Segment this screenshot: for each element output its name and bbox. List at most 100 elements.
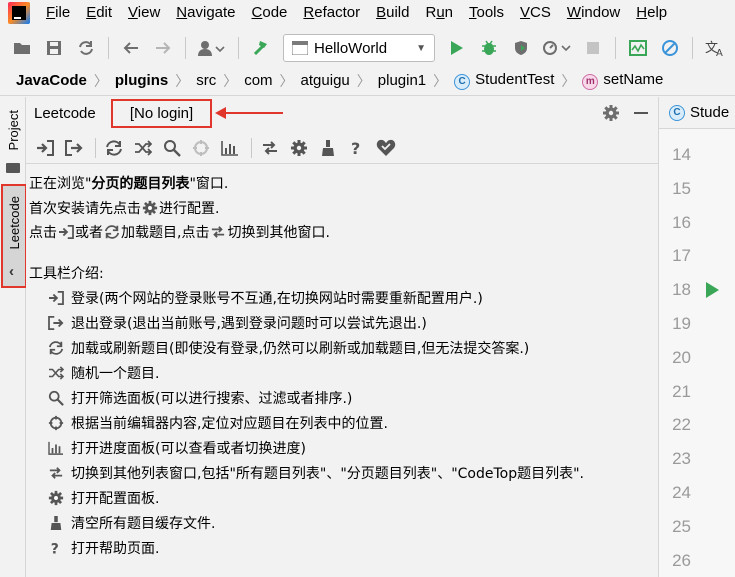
debug-icon[interactable] <box>476 35 502 61</box>
intro-item-text: 加载或刷新题目(即使没有登录,仍然可以刷新或加载题目,但无法提交答案.) <box>71 341 530 357</box>
intro-item-text: 打开配置面板. <box>71 491 160 507</box>
login-status-tab[interactable]: [No login] <box>111 99 212 128</box>
line-number: 19 <box>672 314 691 333</box>
leetcode-toolbar: ? <box>26 132 658 164</box>
menu-help[interactable]: Help <box>628 0 675 26</box>
coverage-icon[interactable] <box>508 35 534 61</box>
logout-icon[interactable] <box>61 135 87 161</box>
leetcode-tool-label: Leetcode <box>6 196 22 250</box>
build-hammer-icon[interactable] <box>248 35 274 61</box>
translate-icon[interactable]: 文A <box>702 35 728 61</box>
class-icon: C <box>669 104 685 121</box>
forward-arrow-icon[interactable] <box>150 35 176 61</box>
intro-item: 登录(两个网站的登录账号不互通,在切换网站时需要重新配置用户.) <box>47 287 483 309</box>
shuffle-icon[interactable] <box>130 135 156 161</box>
switch-icon <box>209 223 227 241</box>
menu-vcs[interactable]: VCS <box>512 0 559 26</box>
shuffle-icon <box>47 364 65 382</box>
status-list-name: 分页的题目列表 <box>91 176 190 192</box>
editor-tab-studenttest[interactable]: C Stude <box>659 97 735 129</box>
clear-icon <box>47 514 65 532</box>
breadcrumb-method[interactable]: m setName <box>578 71 667 90</box>
leetcode-logo-icon: ‹ <box>9 263 14 280</box>
intro-item: 退出登录(退出当前账号,遇到登录问题时可以尝试先退出.) <box>47 312 427 334</box>
intro-item-text: 登录(两个网站的登录账号不互通,在切换网站时需要重新配置用户.) <box>71 291 483 307</box>
menu-run[interactable]: Run <box>417 0 461 26</box>
progress-icon <box>47 439 65 457</box>
main-toolbar: HelloWorld ▼ 文A <box>0 30 735 66</box>
menu-file[interactable]: File <box>38 0 78 26</box>
menu-code[interactable]: Code <box>244 0 296 26</box>
run-configuration-dropdown[interactable]: HelloWorld ▼ <box>283 34 435 62</box>
method-icon: m <box>582 73 599 90</box>
breadcrumb-class-label: StudentTest <box>475 71 555 89</box>
breadcrumb-separator: 〉 <box>356 72 371 89</box>
intro-item: 加载或刷新题目(即使没有登录,仍然可以刷新或加载题目,但无法提交答案.) <box>47 337 529 359</box>
refresh-icon[interactable] <box>101 135 127 161</box>
breadcrumb-package-atguigu[interactable]: atguigu <box>297 72 354 89</box>
intro-item-text: 打开帮助页面. <box>71 541 160 557</box>
gear-icon <box>47 489 65 507</box>
breadcrumb-separator: 〉 <box>433 72 448 89</box>
line-number: 15 <box>672 178 691 198</box>
breadcrumb-module[interactable]: plugins <box>111 72 172 89</box>
intro-item-text: 退出登录(退出当前账号,遇到登录问题时可以尝试先退出.) <box>71 316 427 332</box>
activity-monitor-icon[interactable] <box>625 35 651 61</box>
breadcrumb-project[interactable]: JavaCode <box>12 72 91 89</box>
save-all-icon[interactable] <box>41 35 67 61</box>
breadcrumb-package-com[interactable]: com <box>240 72 276 89</box>
switch-icon[interactable] <box>257 135 283 161</box>
run-gutter-icon[interactable] <box>706 282 719 298</box>
panel-settings-gear-icon[interactable] <box>602 104 620 126</box>
locate-icon[interactable] <box>188 135 214 161</box>
gear-icon <box>141 199 159 217</box>
minimize-panel-icon[interactable] <box>634 112 648 114</box>
load-hint-part-b: 或者 <box>75 225 103 241</box>
menu-window[interactable]: Window <box>559 0 628 26</box>
menu-edit[interactable]: Edit <box>78 0 120 26</box>
leetcode-panel: Leetcode [No login] ? 正在浏览" 分页的题目列表 "窗口.… <box>26 97 658 577</box>
menu-build[interactable]: Build <box>368 0 417 26</box>
run-icon[interactable] <box>444 35 470 61</box>
gear-icon[interactable] <box>286 135 312 161</box>
user-icon[interactable] <box>195 35 229 61</box>
breadcrumb-separator: 〉 <box>561 72 576 89</box>
profile-icon[interactable] <box>540 35 574 61</box>
intro-item: 随机一个题目. <box>47 362 159 384</box>
back-arrow-icon[interactable] <box>118 35 144 61</box>
menu-refactor[interactable]: Refactor <box>295 0 368 26</box>
help-icon[interactable]: ? <box>344 135 370 161</box>
progress-icon[interactable] <box>217 135 243 161</box>
line-number: 21 <box>672 381 691 401</box>
breadcrumb-method-label: setName <box>603 71 664 89</box>
leetcode-tool-tab[interactable]: Leetcode ‹ <box>1 184 27 288</box>
help-icon: ? <box>47 539 65 557</box>
toolbar-separator <box>251 137 252 158</box>
toolbar-separator <box>238 37 239 59</box>
no-entry-icon[interactable] <box>657 35 683 61</box>
menu-navigate[interactable]: Navigate <box>168 0 243 26</box>
intro-item: 打开配置面板. <box>47 487 159 509</box>
stop-icon[interactable] <box>580 35 606 61</box>
search-icon[interactable] <box>159 135 185 161</box>
editor-area: C Stude 14 15 16 17 18 19 20 21 22 23 24 25 26 <box>658 97 735 577</box>
annotation-arrow-head <box>215 107 226 119</box>
clear-icon[interactable] <box>315 135 341 161</box>
load-hint-part-d: 切换到其他窗口. <box>227 225 330 241</box>
project-tool-tab[interactable]: Project <box>2 101 24 177</box>
login-icon[interactable] <box>32 135 58 161</box>
chevron-down-icon: ▼ <box>416 42 426 54</box>
sync-icon[interactable] <box>73 35 99 61</box>
annotation-arrow-line <box>221 112 283 114</box>
menu-view[interactable]: View <box>120 0 168 26</box>
intro-item-text: 根据当前编辑器内容,定位对应题目在列表中的位置. <box>71 416 388 432</box>
breadcrumb-separator: 〉 <box>279 72 294 89</box>
heart-icon[interactable] <box>373 135 399 161</box>
search-icon <box>47 389 65 407</box>
menu-tools[interactable]: Tools <box>461 0 512 26</box>
open-folder-icon[interactable] <box>9 35 35 61</box>
breadcrumb-package-plugin1[interactable]: plugin1 <box>374 72 430 89</box>
run-configuration-label: HelloWorld <box>314 39 388 57</box>
breadcrumb-src[interactable]: src <box>192 72 220 89</box>
breadcrumb-class[interactable]: C StudentTest <box>450 71 558 90</box>
